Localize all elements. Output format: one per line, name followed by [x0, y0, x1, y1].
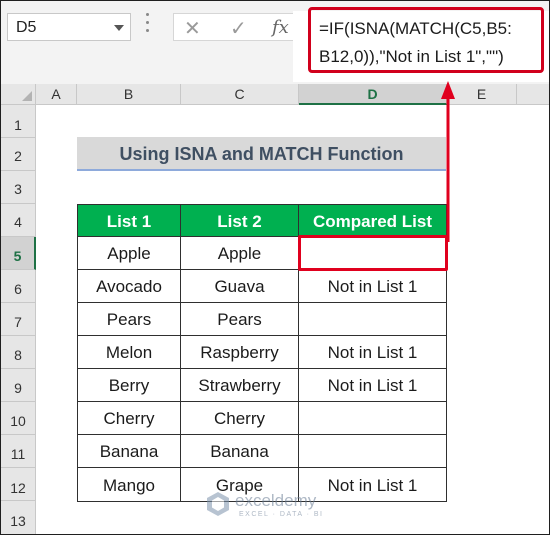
watermark: exceldemy EXCEL · DATA · BI: [205, 488, 345, 524]
watermark-tagline: EXCEL · DATA · BI: [239, 511, 324, 518]
connector-arrow: [441, 81, 455, 242]
arrow-head-icon: [441, 81, 455, 99]
spreadsheet-window: D5 ✕ ✓ fx =IF(ISNA(MATCH(C5,B5: B12,0)),…: [0, 0, 550, 535]
exceldemy-logo-icon: [207, 492, 229, 516]
watermark-name: exceldemy: [235, 491, 317, 510]
